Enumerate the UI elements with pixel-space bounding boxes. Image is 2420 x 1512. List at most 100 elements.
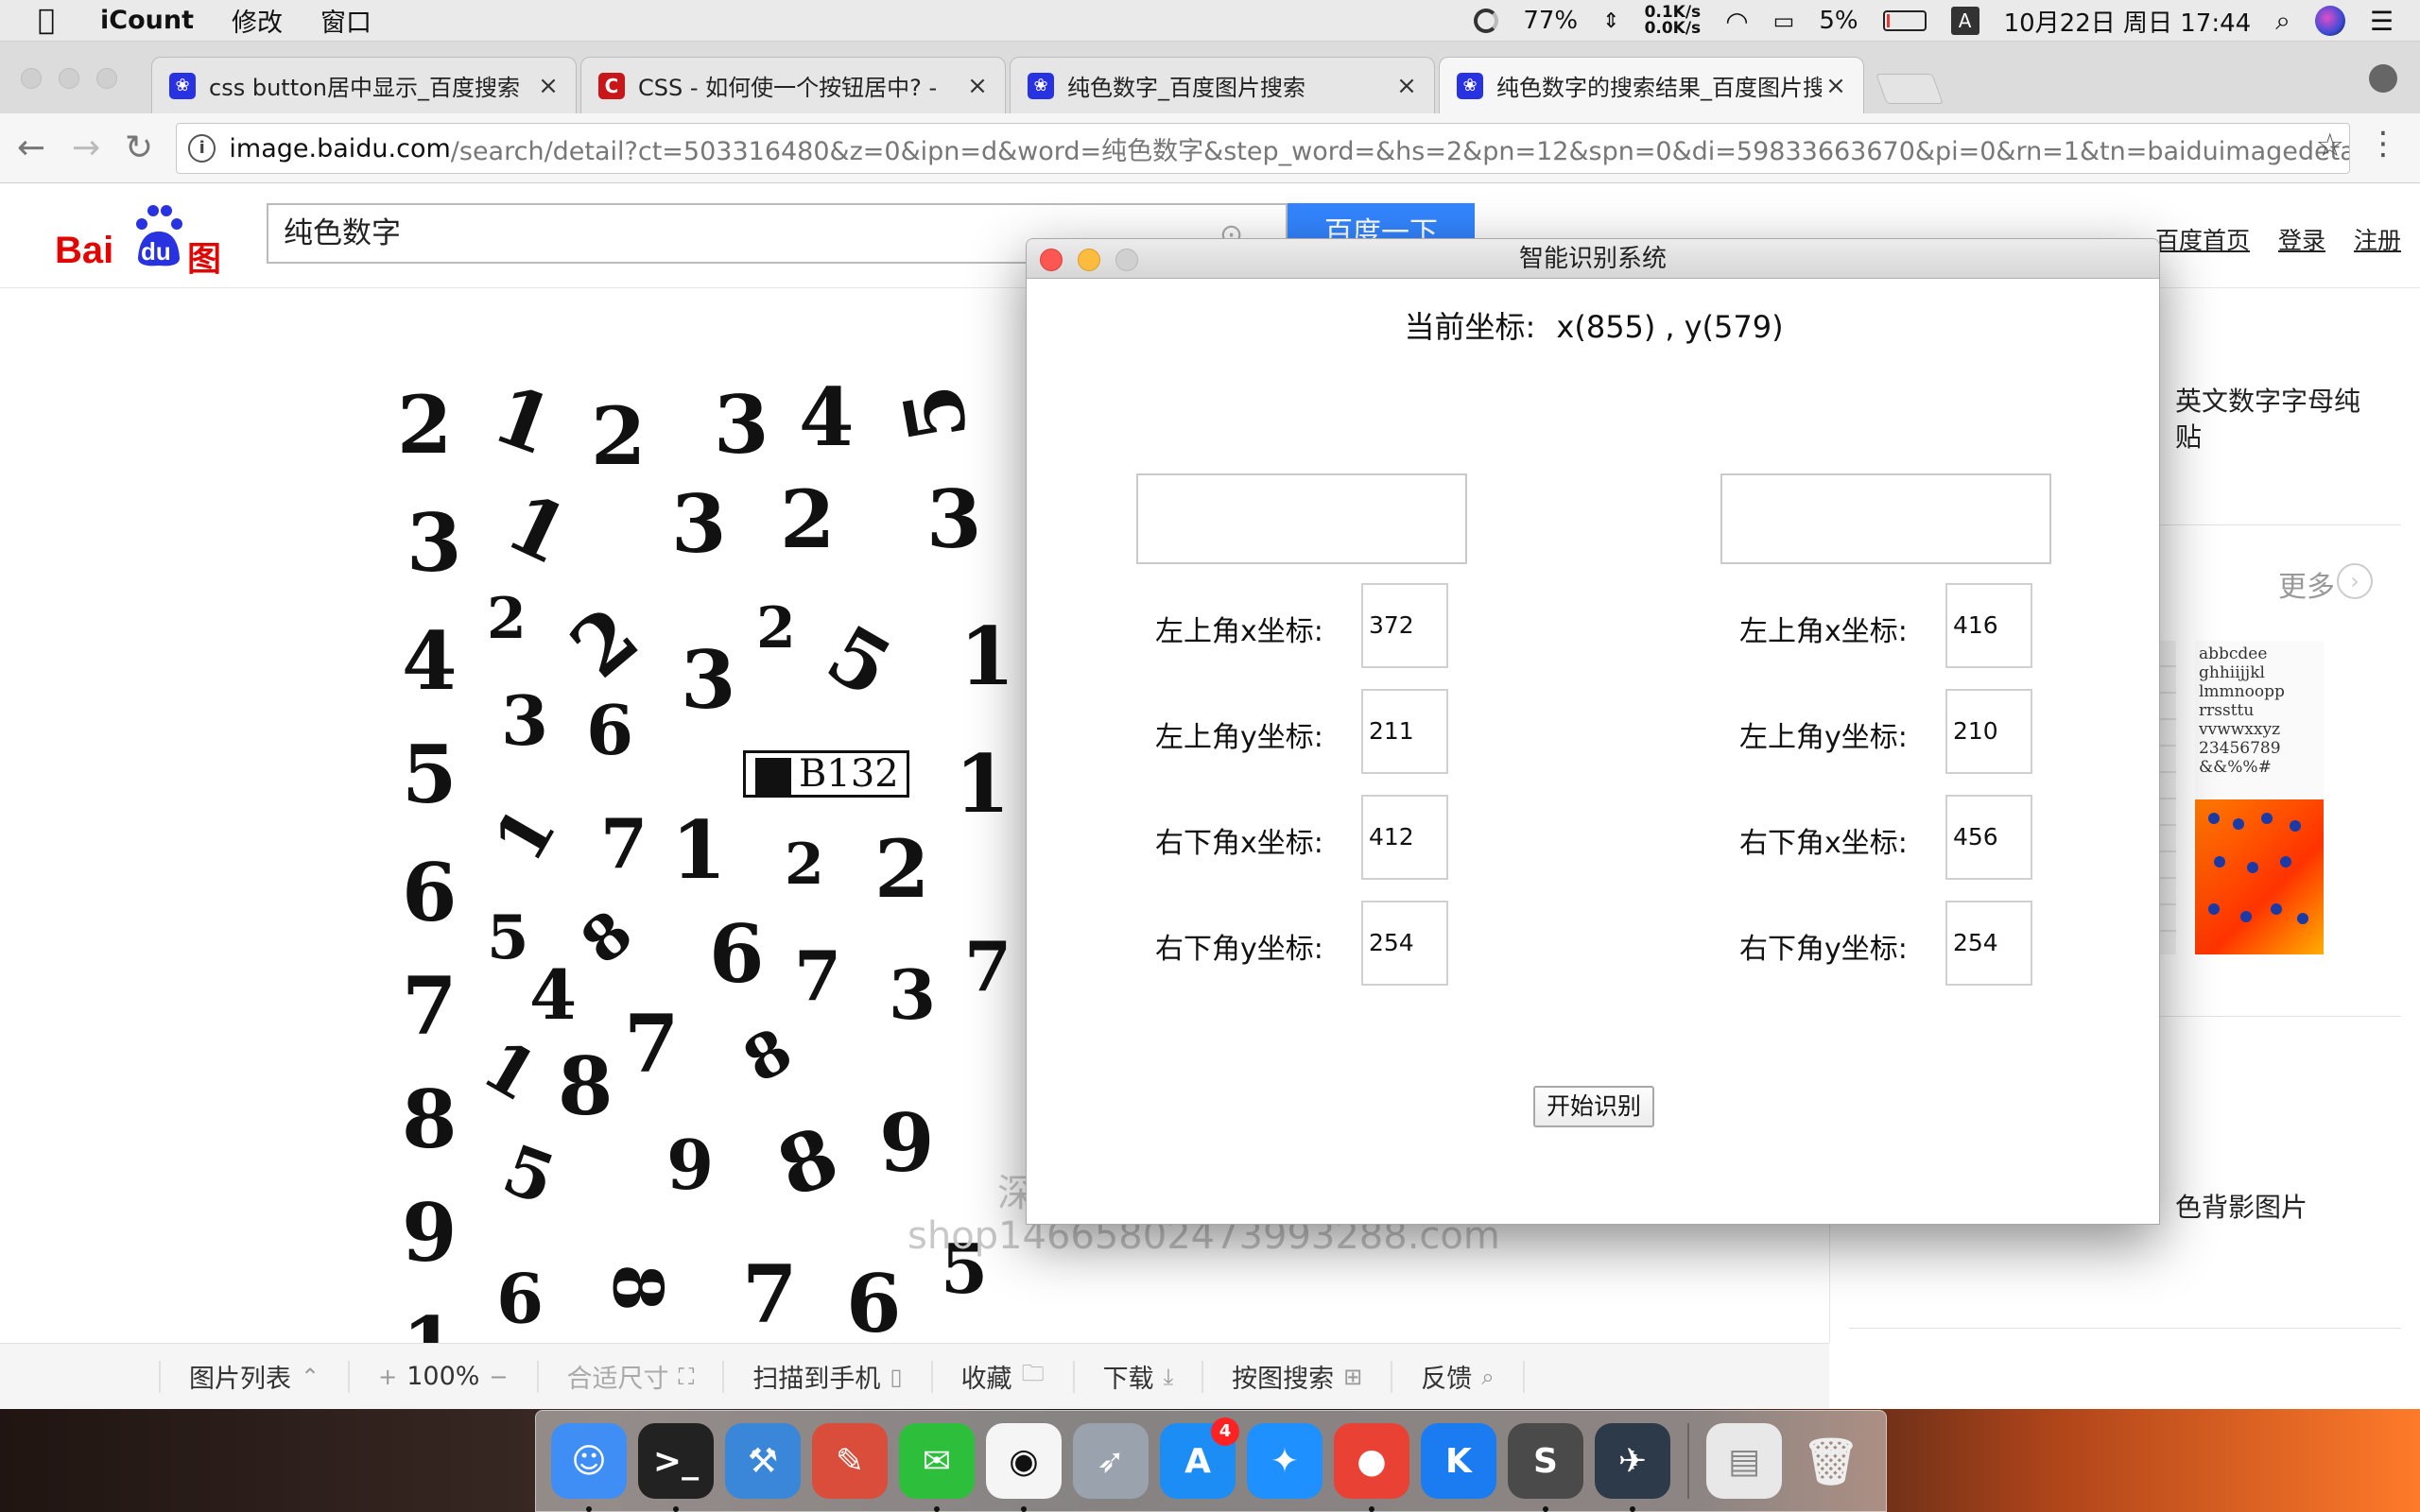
dock-chrome-icon[interactable]: ● bbox=[1334, 1423, 1409, 1512]
cpu-ring-icon[interactable] bbox=[1474, 9, 1499, 33]
digit-glyph: 1 bbox=[955, 737, 1011, 831]
zoom-in-icon[interactable]: + bbox=[378, 1364, 397, 1390]
battery-percent[interactable]: 5% bbox=[1819, 7, 1858, 35]
cpu-usage[interactable]: 77% bbox=[1523, 7, 1578, 35]
bottombar-spacer bbox=[0, 1360, 161, 1393]
image-search-button[interactable]: 按图搜索 ⊞ bbox=[1203, 1360, 1393, 1394]
digit-glyph: 1 bbox=[959, 610, 1015, 703]
dock-launchpad-icon[interactable]: ➶ bbox=[1073, 1423, 1149, 1499]
notification-center-icon[interactable]: ☰ bbox=[2370, 6, 2394, 37]
feedback-button[interactable]: 反馈 ⌕ bbox=[1392, 1360, 1525, 1394]
wifi-icon[interactable]: ◠ bbox=[1725, 6, 1748, 37]
chevron-right-icon[interactable]: › bbox=[2337, 563, 2373, 599]
menu-app-name[interactable]: iCount bbox=[100, 6, 194, 35]
image-badge: B132 bbox=[743, 750, 909, 798]
right-tl-y-field[interactable]: 210 bbox=[1945, 689, 2032, 774]
new-tab-button[interactable] bbox=[1876, 74, 1944, 104]
tab-css-button-search[interactable]: ❀ css button居中显示_百度搜索 × bbox=[151, 57, 577, 113]
link-register[interactable]: 注册 bbox=[2354, 222, 2401, 256]
digit-glyph: 2 bbox=[553, 588, 656, 696]
image-search-icon: ⊞ bbox=[1343, 1363, 1363, 1390]
zoom-out-icon[interactable]: − bbox=[489, 1364, 508, 1390]
chrome-zoom-button[interactable] bbox=[96, 68, 117, 89]
tab-baidu-image-detail[interactable]: ❀ 纯色数字的搜索结果_百度图片搜 × bbox=[1439, 57, 1864, 113]
left-tl-y-label: 左上角y坐标: bbox=[1155, 721, 1323, 754]
siri-icon[interactable] bbox=[2314, 6, 2345, 36]
image-list-button[interactable]: 图片列表 ⌃ bbox=[161, 1360, 351, 1394]
digit-glyph: 3 bbox=[889, 954, 937, 1035]
coord-x: x(855) bbox=[1556, 309, 1656, 345]
more-link[interactable]: 更多 bbox=[2278, 563, 2335, 605]
right-tl-x-field[interactable]: 416 bbox=[1945, 583, 2032, 668]
fit-size-button[interactable]: 合适尺寸 ⛶ bbox=[539, 1360, 725, 1394]
back-arrow-icon[interactable]: ← bbox=[17, 129, 45, 167]
digit-glyph: 2 bbox=[591, 389, 647, 483]
scan-to-phone-button[interactable]: 扫描到手机 ▯ bbox=[724, 1360, 933, 1394]
tab-csdn-center-button[interactable]: C CSS - 如何使一个按钮居中? - × bbox=[580, 57, 1006, 113]
dock-downloads-stack-icon[interactable]: ▤ bbox=[1706, 1423, 1782, 1499]
forward-arrow-icon[interactable]: → bbox=[72, 129, 100, 167]
menu-bar:  iCount 修改 窗口 77% ⇕ 0.1K/s 0.0K/s ◠ ▭ 5… bbox=[0, 0, 2420, 42]
right-br-x-field[interactable]: 456 bbox=[1945, 795, 2032, 880]
clock[interactable]: 10月22日 周日 17:44 bbox=[2004, 4, 2252, 39]
dock-finder-icon[interactable]: ☺ bbox=[551, 1423, 627, 1512]
start-recognition-button[interactable]: 开始识别 bbox=[1533, 1086, 1654, 1127]
site-info-icon[interactable]: i bbox=[188, 134, 216, 163]
airplay-icon[interactable]: ▭ bbox=[1773, 8, 1795, 34]
dock-terminal-icon[interactable]: >_ bbox=[638, 1423, 714, 1512]
bookmark-star-icon[interactable]: ☆ bbox=[2316, 127, 2344, 164]
dock-qq-icon[interactable]: ◉ bbox=[986, 1423, 1062, 1512]
dock-xcode-icon[interactable]: ⚒ bbox=[725, 1423, 801, 1499]
chrome-minimize-button[interactable] bbox=[59, 68, 79, 89]
related-card-1-title: 英文数字字母纯 贴 bbox=[2175, 386, 2361, 453]
right-br-y-label: 右下角y坐标: bbox=[1739, 933, 1908, 966]
dock-safari-icon[interactable]: ✦ bbox=[1247, 1423, 1322, 1499]
apple-menu-icon[interactable]:  bbox=[38, 4, 66, 37]
link-baidu-home[interactable]: 百度首页 bbox=[2155, 222, 2250, 256]
left-br-x-field[interactable]: 412 bbox=[1361, 795, 1448, 880]
net-speed[interactable]: 0.1K/s 0.0K/s bbox=[1645, 5, 1702, 37]
dock-app-store-icon[interactable]: A4 bbox=[1160, 1418, 1239, 1499]
dock-sublime-icon[interactable]: S bbox=[1508, 1423, 1583, 1512]
spotlight-search-icon[interactable]: ⌕ bbox=[2275, 5, 2290, 37]
profile-avatar-icon[interactable] bbox=[2369, 64, 2397, 93]
dock-instruments-icon[interactable]: ✈ bbox=[1595, 1423, 1670, 1512]
window-titlebar[interactable]: 智能识别系统 bbox=[1027, 239, 2159, 279]
tab-baidu-image-search[interactable]: ❀ 纯色数字_百度图片搜索 × bbox=[1010, 57, 1435, 113]
address-bar[interactable]: i image.baidu.com /search/detail?ct=5033… bbox=[176, 123, 2350, 174]
digit-glyph: 3 bbox=[714, 378, 769, 472]
digit-glyph: 5 bbox=[884, 378, 987, 449]
digit-glyph: 8 bbox=[732, 1014, 804, 1098]
reload-icon[interactable]: ↻ bbox=[125, 129, 153, 167]
tab-close-icon[interactable]: × bbox=[1822, 72, 1850, 100]
tab-close-icon[interactable]: × bbox=[963, 72, 992, 100]
dock-color-picker-icon[interactable]: ✎ bbox=[812, 1423, 888, 1499]
link-login[interactable]: 登录 bbox=[2278, 222, 2325, 256]
digit-glyph: 8 bbox=[568, 897, 647, 979]
input-method-icon[interactable]: A bbox=[1950, 7, 1979, 35]
dock-kugou-icon[interactable]: K bbox=[1421, 1423, 1496, 1499]
dock-trash-icon[interactable]: 🗑 bbox=[1793, 1423, 1869, 1499]
left-tl-x-label: 左上角x坐标: bbox=[1155, 615, 1323, 648]
dock-wechat-icon[interactable]: ✉ bbox=[899, 1423, 975, 1512]
collect-button[interactable]: 收藏 🗀 bbox=[933, 1360, 1075, 1394]
download-button[interactable]: 下载 ⤓ bbox=[1075, 1360, 1204, 1394]
chrome-menu-icon[interactable]: ⋮ bbox=[2367, 125, 2399, 163]
menu-window[interactable]: 窗口 bbox=[320, 2, 372, 39]
left-tl-y-field[interactable]: 211 bbox=[1361, 689, 1448, 774]
related-thumb-2[interactable]: abbcdee ghhiijjkl lmmnoopp rrssttu vvwwx… bbox=[2195, 641, 2324, 799]
digit-glyph: 4 bbox=[799, 370, 855, 464]
baidu-image-logo[interactable]: Bai du 图片 bbox=[55, 201, 253, 328]
menu-edit[interactable]: 修改 bbox=[232, 2, 283, 39]
feedback-label: 反馈 bbox=[1421, 1365, 1473, 1394]
coord-sep: , bbox=[1665, 309, 1675, 345]
tab-close-icon[interactable]: × bbox=[1392, 72, 1421, 100]
left-tl-x-field[interactable]: 372 bbox=[1361, 583, 1448, 668]
related-thumb-3[interactable] bbox=[2195, 799, 2324, 954]
chrome-close-button[interactable] bbox=[21, 68, 42, 89]
digit-glyph: 2 bbox=[780, 472, 836, 566]
right-br-y-field[interactable]: 254 bbox=[1945, 901, 2032, 986]
left-br-y-field[interactable]: 254 bbox=[1361, 901, 1448, 986]
tab-close-icon[interactable]: × bbox=[534, 72, 562, 100]
battery-icon[interactable] bbox=[1882, 10, 1927, 31]
